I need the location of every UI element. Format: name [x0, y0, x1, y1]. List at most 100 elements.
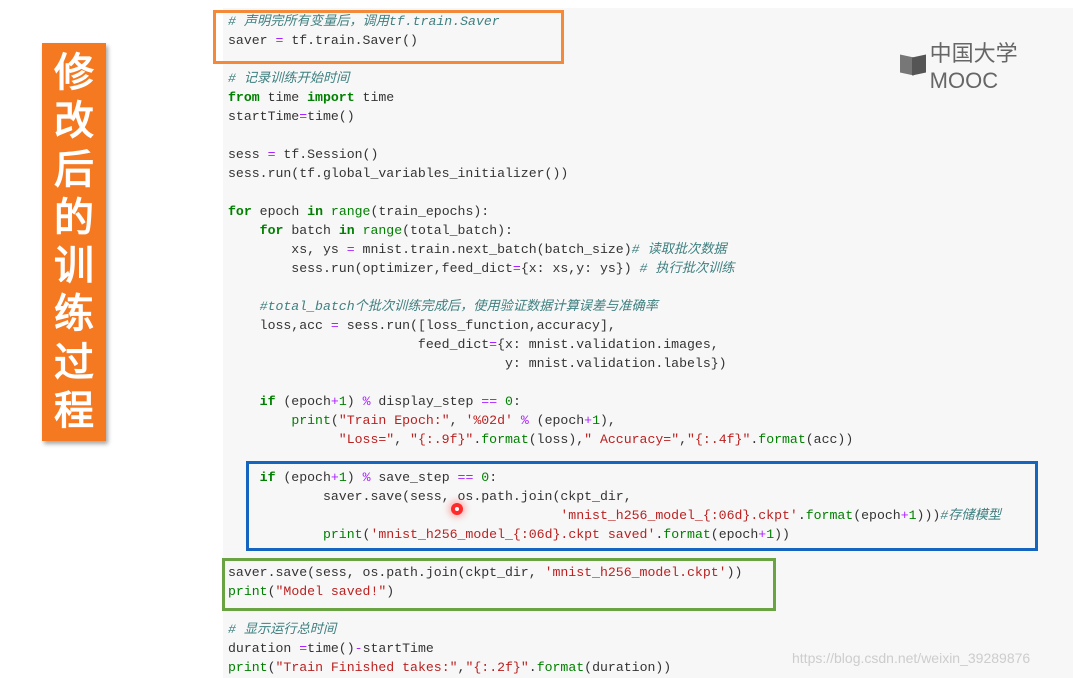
code-token: # 记录训练开始时间	[228, 71, 350, 86]
code-token: =	[489, 337, 498, 352]
code-token: (epoch	[528, 413, 585, 428]
code-line: sess.run(tf.global_variables_initializer…	[228, 164, 568, 183]
code-token: +	[330, 394, 339, 409]
code-token: format	[481, 432, 529, 447]
code-token: =	[299, 641, 308, 656]
code-token: range	[330, 204, 371, 219]
pointer-cursor-icon	[451, 503, 463, 515]
code-token: print	[291, 413, 331, 428]
code-token: # 读取批次数据	[631, 242, 727, 257]
banner-char: 修	[54, 50, 94, 97]
code-token: =	[512, 261, 521, 276]
highlight-box-saver-init	[213, 10, 564, 64]
code-line: if (epoch+1) % display_step == 0:	[228, 392, 521, 411]
code-line: y: mnist.validation.labels})	[228, 354, 727, 373]
code-token: =	[330, 318, 339, 333]
code-line: for epoch in range(train_epochs):	[228, 202, 489, 221]
code-token: 0	[505, 394, 513, 409]
code-line: feed_dict={x: mnist.validation.images,	[228, 335, 719, 354]
code-line: #total_batch个批次训练完成后，使用验证数据计算误差与准确率	[228, 297, 658, 316]
banner-char: 的	[54, 194, 94, 241]
code-token: epoch	[251, 204, 308, 219]
code-token: sess.run(tf.global_variables_initializer…	[228, 166, 569, 181]
highlight-box-periodic-save	[246, 461, 1038, 551]
code-token: time	[354, 90, 395, 105]
highlight-box-final-save	[222, 558, 776, 611]
code-token: sess.run([loss_function,accuracy],	[338, 318, 616, 333]
code-token: =	[346, 242, 355, 257]
code-token: mnist.train.next_batch(batch_size)	[354, 242, 632, 257]
code-token: (	[330, 413, 339, 428]
banner-char: 训	[54, 243, 94, 290]
code-line: from time import time	[228, 88, 394, 107]
code-token: "Train Epoch:"	[338, 413, 450, 428]
code-token: import	[307, 90, 355, 105]
code-token: (duration))	[584, 660, 672, 675]
code-token: time()	[307, 109, 355, 124]
code-token: sess	[228, 147, 268, 162]
slide-title-banner: 修改后的训练过程	[42, 43, 106, 441]
code-token: format	[536, 660, 585, 675]
code-line: # 记录训练开始时间	[228, 69, 349, 88]
code-token: (loss),	[528, 432, 585, 447]
banner-char: 后	[54, 146, 94, 193]
banner-char: 程	[54, 387, 94, 434]
code-token: {x: xs,y: ys})	[520, 261, 640, 276]
mooc-logo: 中国大学MOOC	[900, 36, 1073, 94]
code-token: sess.run(optimizer,feed_dict	[228, 261, 513, 276]
code-token: in	[338, 223, 355, 238]
code-line: print("Train Finished takes:","{:.2f}".f…	[228, 658, 671, 677]
code-token: startTime	[362, 641, 434, 656]
code-token: time	[259, 90, 308, 105]
code-token: format	[758, 432, 806, 447]
code-token: startTime	[228, 109, 300, 124]
banner-char: 练	[54, 291, 94, 338]
code-line: # 显示运行总时间	[228, 620, 336, 639]
code-token: ,	[679, 432, 688, 447]
code-line: loss,acc = sess.run([loss_function,accur…	[228, 316, 616, 335]
code-token: "Loss="	[338, 432, 395, 447]
code-token: y: mnist.validation.labels})	[228, 356, 727, 371]
code-token: "{:.9f}"	[410, 432, 474, 447]
code-token: # 显示运行总时间	[228, 622, 337, 637]
code-line: sess = tf.Session()	[228, 145, 378, 164]
code-token: .	[528, 660, 537, 675]
code-token: "{:.2f}"	[465, 660, 529, 675]
code-token: ,	[449, 413, 466, 428]
code-token: (epoch	[275, 394, 331, 409]
code-token: display_step	[370, 394, 482, 409]
code-token: (total_batch):	[402, 223, 513, 238]
code-token: -	[354, 641, 363, 656]
code-token: range	[362, 223, 403, 238]
banner-char: 改	[54, 98, 94, 145]
code-token: =	[267, 147, 276, 162]
code-token: (acc))	[805, 432, 854, 447]
code-token: loss,acc	[228, 318, 331, 333]
code-token: ==	[481, 394, 498, 409]
code-token: "{:.4f}"	[687, 432, 751, 447]
code-token: xs, ys	[228, 242, 347, 257]
logo-text: 中国大学MOOC	[929, 41, 1018, 93]
code-token: %	[520, 413, 529, 428]
code-token: if	[259, 394, 276, 409]
code-token: for	[228, 204, 252, 219]
code-token: +	[584, 413, 593, 428]
code-token: 1	[592, 413, 601, 428]
code-token: for	[259, 223, 284, 238]
code-line: xs, ys = mnist.train.next_batch(batch_si…	[228, 240, 727, 259]
code-token: )	[346, 394, 363, 409]
code-token: duration	[228, 641, 300, 656]
code-line: print("Train Epoch:", '%02d' % (epoch+1)…	[228, 411, 616, 430]
code-token: ,	[394, 432, 411, 447]
watermark: https://blog.csdn.net/weixin_39289876	[792, 650, 1031, 666]
code-token: print	[228, 660, 268, 675]
code-line: sess.run(optimizer,feed_dict={x: xs,y: y…	[228, 259, 734, 278]
book-logo-icon	[900, 54, 926, 76]
code-token: in	[307, 204, 323, 219]
